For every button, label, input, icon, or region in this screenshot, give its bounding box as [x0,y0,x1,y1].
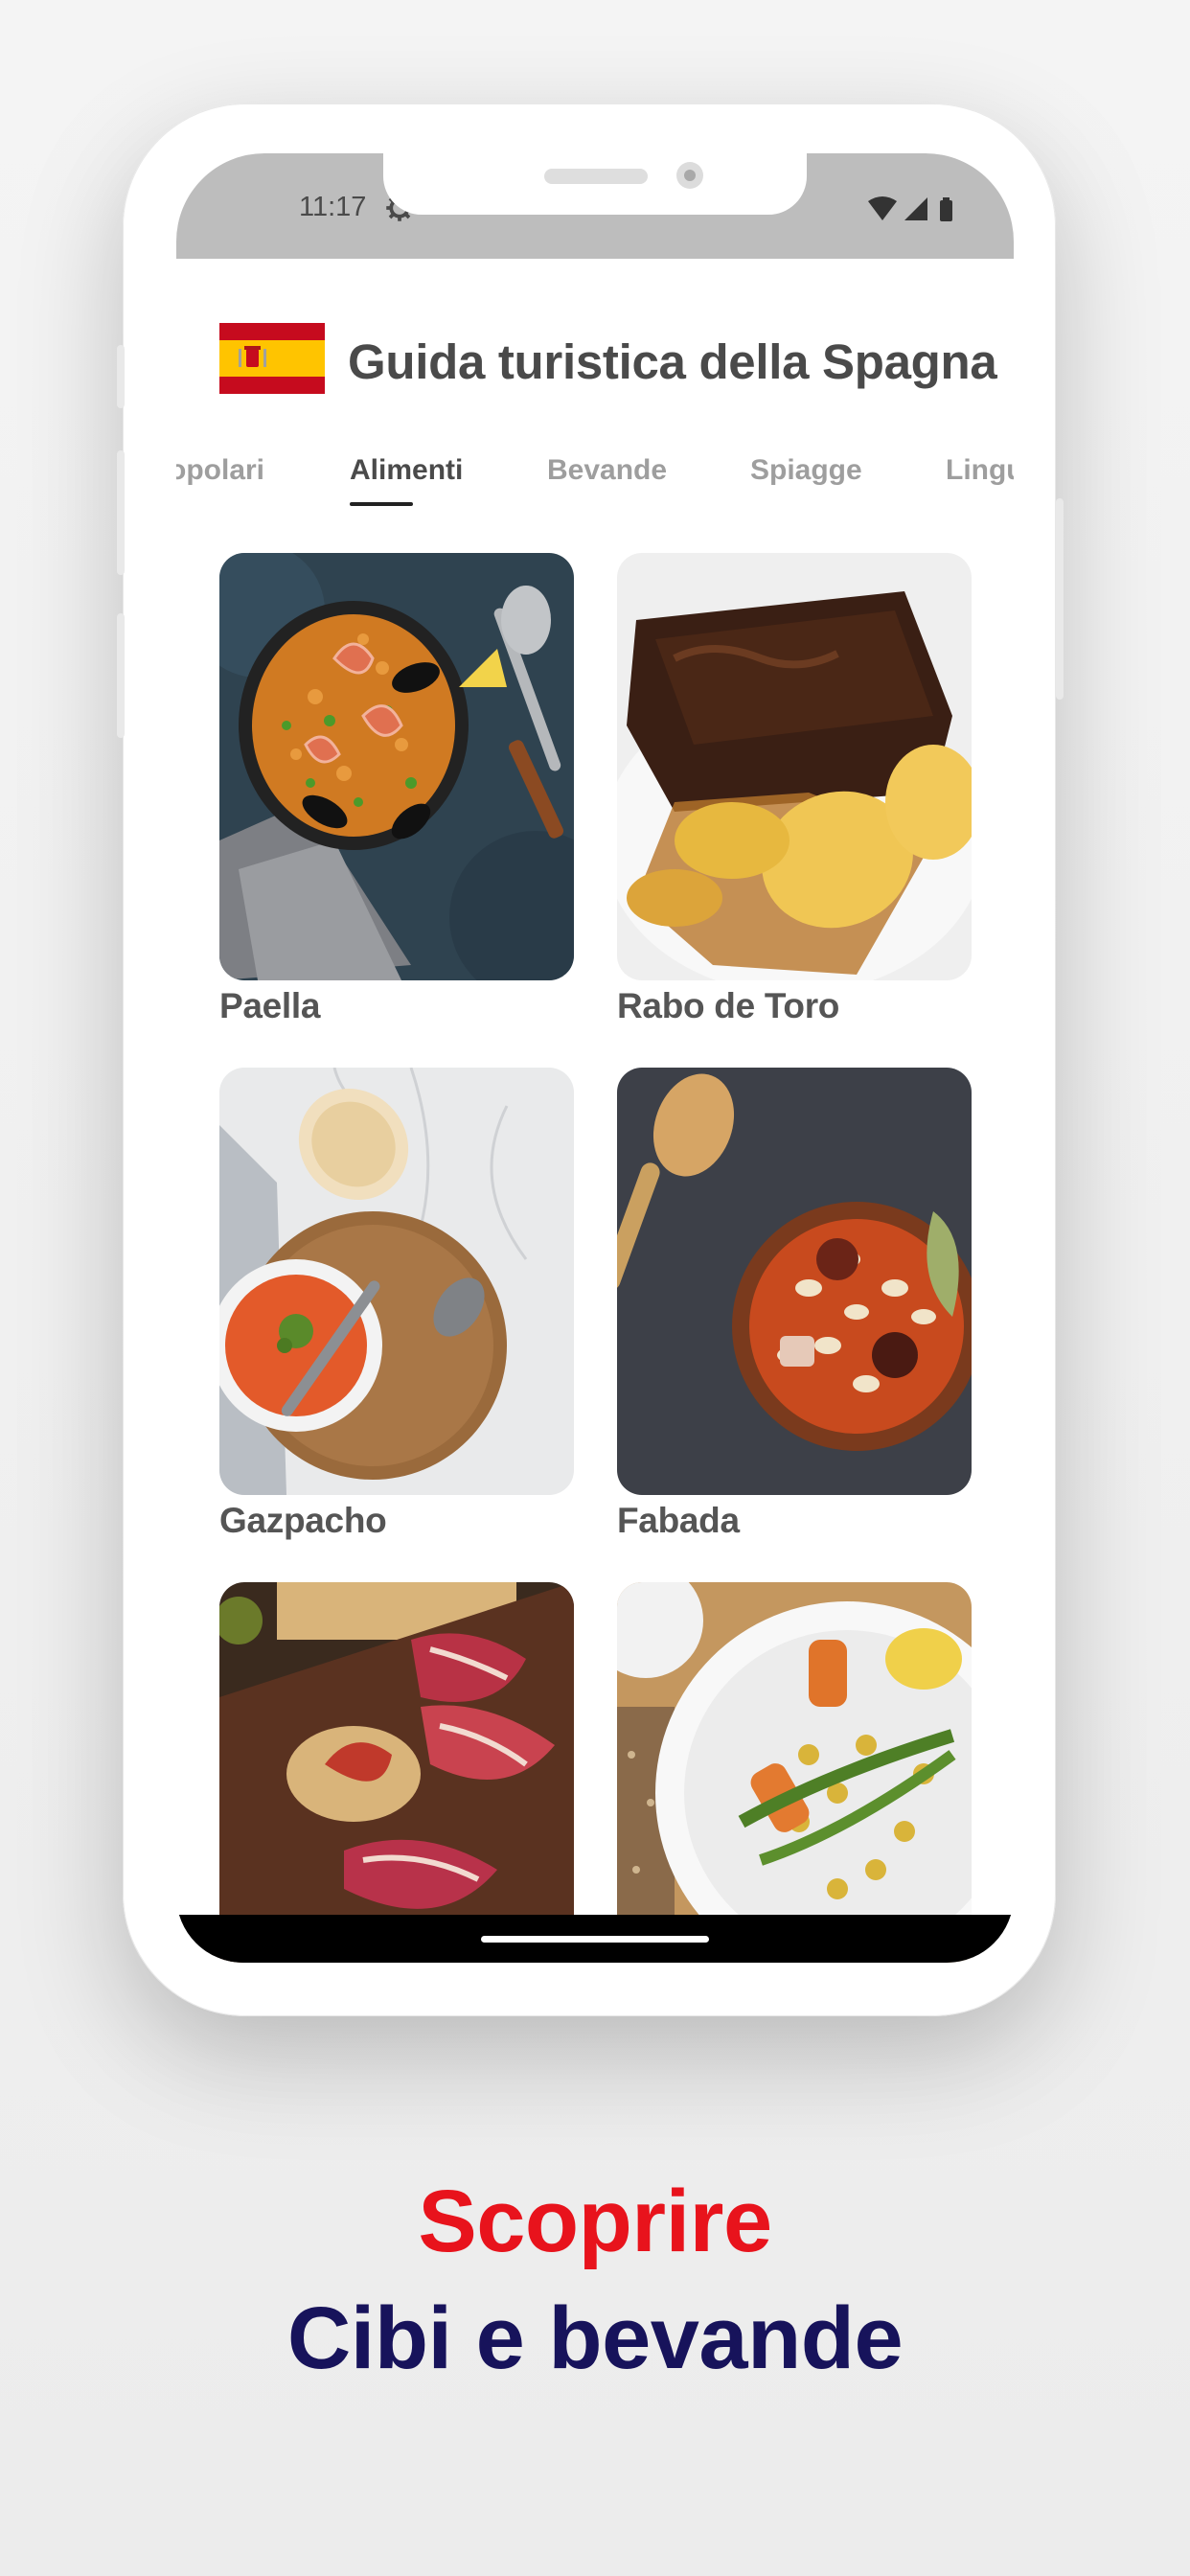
battery-icon [940,200,952,221]
promo-headline-2: Cibi e bevande [286,2289,904,2387]
tab-spiagge[interactable]: Spiagge [750,454,862,487]
jamon-image [219,1582,574,1963]
food-card-paella[interactable]: Paella [219,553,574,1026]
food-card-label: Rabo de Toro [617,986,840,1025]
tab-bevande[interactable]: Bevande [547,454,667,487]
speaker-grill [544,169,648,184]
category-tabs: Popolari Alimenti Bevande Spiagge Lingua [176,437,1014,504]
food-card-fabada[interactable]: Fabada [617,1068,972,1541]
volume-up-button [117,450,125,575]
app-header: Guida turistica della Spagna [176,259,1014,422]
rabo-de-toro-image [617,553,972,980]
fabada-image [617,1068,972,1495]
mute-switch [117,345,125,408]
status-bar: 11:17 [176,153,1014,259]
tab-popolari[interactable]: Popolari [176,454,264,487]
home-indicator[interactable] [481,1936,709,1943]
front-camera [676,162,703,189]
spain-flag-icon [219,323,325,394]
power-button [1056,498,1064,700]
wifi-icon [868,196,897,220]
food-card-label: Paella [219,986,321,1025]
page-title: Guida turistica della Spagna [348,334,997,389]
paella-image [219,553,574,980]
food-card-rabo-de-toro[interactable]: Rabo de Toro [617,553,972,1026]
active-tab-indicator [350,502,413,506]
notch [383,153,807,215]
tab-lingua[interactable]: Lingua [946,454,1014,487]
food-card-gazpacho[interactable]: Gazpacho [219,1068,574,1541]
promo-headline-1: Scoprire [418,2173,772,2270]
cocido-image [617,1582,972,1963]
volume-down-button [117,613,125,738]
system-icons [868,196,952,221]
tab-alimenti[interactable]: Alimenti [350,454,463,487]
food-card-cocido[interactable] [617,1582,972,1963]
status-time: 11:17 [299,192,367,222]
signal-icon [904,197,927,220]
app-screen: 11:17 Guida turistica della Spagna opola… [176,153,1014,1963]
food-card-jamon[interactable] [219,1582,574,1963]
food-card-label: Fabada [617,1501,740,1540]
gazpacho-image [219,1068,574,1495]
food-card-label: Gazpacho [219,1501,387,1540]
home-indicator-bar [176,1915,1014,1963]
